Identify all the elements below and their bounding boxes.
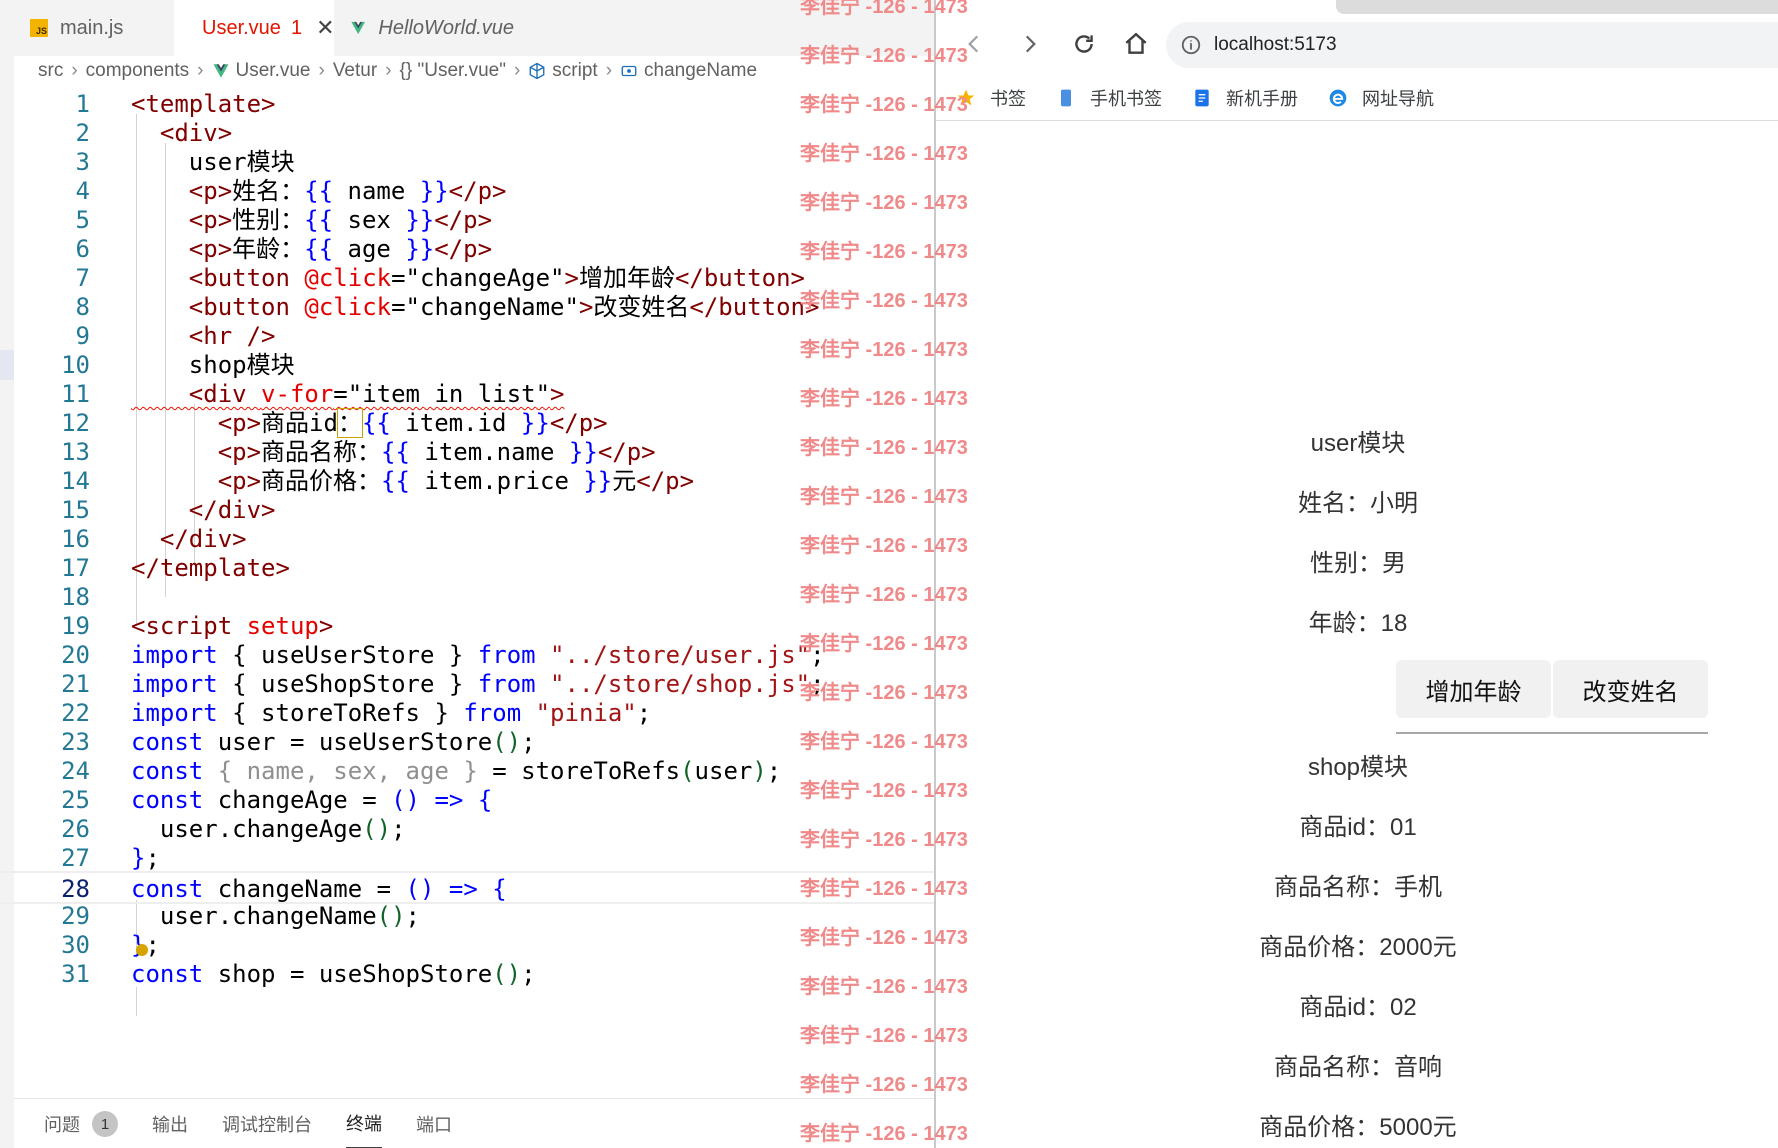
chevron-right-icon: › xyxy=(318,60,325,81)
change-name-button[interactable]: 改变姓名 xyxy=(1553,660,1708,718)
panel-tab-output[interactable]: 输出 xyxy=(152,1099,188,1148)
panel-tab-ports[interactable]: 端口 xyxy=(416,1099,452,1148)
breadcrumb-item[interactable]: components xyxy=(86,60,190,82)
chevron-right-icon: › xyxy=(385,60,392,81)
breadcrumb: src › components › User.vue › Vetur › {}… xyxy=(38,56,757,86)
vue-file-icon xyxy=(351,21,366,35)
bookmark-item[interactable]: 网址导航 xyxy=(1328,85,1434,111)
chevron-right-icon: › xyxy=(197,60,204,81)
code-line: 31 const shop = useShopStore(); xyxy=(0,958,934,991)
bookmark-item[interactable]: 书签 xyxy=(956,85,1026,111)
panel-tab-label: 输出 xyxy=(152,1115,188,1135)
user-age-text: 年龄：18 xyxy=(1308,610,1408,637)
forward-button[interactable] xyxy=(1012,26,1048,62)
bookmark-item[interactable]: 手机书签 xyxy=(1056,85,1162,111)
js-file-icon: JS xyxy=(30,19,48,37)
panel-tab-label: 终端 xyxy=(346,1114,382,1134)
panel-tab-problems[interactable]: 问题 1 xyxy=(44,1099,118,1148)
divider xyxy=(1396,732,1708,734)
bottom-panel-tabs: 问题 1 输出 调试控制台 终端 端口 xyxy=(14,1098,934,1148)
breadcrumb-item[interactable]: changeName xyxy=(644,60,757,82)
url-text: localhost:5173 xyxy=(1214,34,1337,55)
bookmark-label: 网址导航 xyxy=(1362,89,1434,109)
panel-tab-label: 端口 xyxy=(416,1115,452,1135)
cube-icon xyxy=(529,62,545,80)
back-button[interactable] xyxy=(956,26,992,62)
bookmark-label: 新机手册 xyxy=(1226,89,1298,109)
info-icon[interactable] xyxy=(1180,34,1202,56)
indent-guide xyxy=(136,987,137,1016)
shop-module-heading: shop模块 xyxy=(1307,754,1409,781)
bookmark-item[interactable]: 新机手册 xyxy=(1192,85,1298,111)
breadcrumb-item[interactable]: {} "User.vue" xyxy=(400,60,506,82)
panel-tab-label: 调试控制台 xyxy=(222,1115,312,1135)
browser-toolbar: localhost:5173 xyxy=(936,14,1778,76)
panel-tab-terminal[interactable]: 终端 xyxy=(346,1099,382,1148)
variable-icon xyxy=(621,65,637,77)
vue-file-icon xyxy=(213,64,228,78)
product-id-text: 商品id：01 xyxy=(1299,814,1417,841)
product-name-text: 商品名称：手机 xyxy=(1274,874,1442,901)
increase-age-button[interactable]: 增加年龄 xyxy=(1396,660,1551,718)
breadcrumb-item[interactable]: src xyxy=(38,60,63,82)
home-icon xyxy=(1125,32,1147,54)
web-page-content: user模块 姓名：小明 性别：男 年龄：18 增加年龄 改变姓名 shop模块… xyxy=(936,121,1778,1148)
tab-problem-badge: 1 xyxy=(290,16,303,39)
user-module-heading: user模块 xyxy=(1310,430,1406,457)
breadcrumb-item[interactable]: User.vue xyxy=(236,60,311,82)
problem-count-badge: 1 xyxy=(92,1111,118,1137)
editor-tab-bar: JS main.js User.vue 1 ✕ HelloWorld.vue xyxy=(14,0,934,56)
product-price-text: 商品价格：5000元 xyxy=(1259,1114,1457,1141)
chevron-right-icon: › xyxy=(513,60,521,81)
star-icon xyxy=(957,89,975,106)
breadcrumb-item[interactable]: script xyxy=(552,60,597,82)
bookmark-label: 书签 xyxy=(990,89,1026,109)
close-icon[interactable]: ✕ xyxy=(316,15,334,41)
bookmarks-bar: 书签 手机书签 新机手册 网址导航 xyxy=(936,76,1778,121)
tab-label: HelloWorld.vue xyxy=(378,16,514,39)
home-button[interactable] xyxy=(1118,26,1154,62)
product-price-text: 商品价格：2000元 xyxy=(1259,934,1457,961)
line-number: 31 xyxy=(61,960,90,988)
browser-e-icon xyxy=(1329,89,1347,107)
arrow-right-icon xyxy=(1025,35,1036,53)
chevron-right-icon: › xyxy=(71,60,78,81)
arrow-left-icon xyxy=(968,35,979,53)
tab-user-vue[interactable]: User.vue 1 ✕ xyxy=(174,0,335,56)
panel-tab-label: 问题 xyxy=(44,1115,80,1135)
browser-tab-strip xyxy=(1336,0,1778,14)
address-bar[interactable]: localhost:5173 xyxy=(1166,22,1778,68)
user-actions: 增加年龄 改变姓名 xyxy=(1396,660,1710,718)
manual-icon xyxy=(1195,89,1209,107)
reload-button[interactable] xyxy=(1066,26,1102,62)
product-id-text: 商品id：02 xyxy=(1299,994,1417,1021)
tab-helloworld-vue[interactable]: HelloWorld.vue xyxy=(334,0,514,56)
phone-icon xyxy=(1061,89,1071,107)
reload-icon xyxy=(1075,35,1093,53)
tab-main-js[interactable]: JS main.js xyxy=(14,0,174,56)
breadcrumb-item[interactable]: Vetur xyxy=(333,60,377,82)
user-sex-text: 性别：男 xyxy=(1310,550,1406,577)
bookmark-label: 手机书签 xyxy=(1090,89,1162,109)
lightbulb-icon[interactable] xyxy=(136,944,148,956)
tab-label: User.vue xyxy=(202,16,281,39)
browser-window: localhost:5173 书签 手机书签 新机手册 网址导航 user模块 … xyxy=(934,0,1778,1148)
tab-label: main.js xyxy=(60,16,124,39)
panel-tab-debug-console[interactable]: 调试控制台 xyxy=(222,1099,312,1148)
chevron-right-icon: › xyxy=(605,60,613,81)
product-name-text: 商品名称：音响 xyxy=(1274,1054,1442,1081)
code-editor: JS main.js User.vue 1 ✕ HelloWorld.vue s… xyxy=(0,0,934,1148)
user-name-text: 姓名：小明 xyxy=(1298,490,1418,517)
